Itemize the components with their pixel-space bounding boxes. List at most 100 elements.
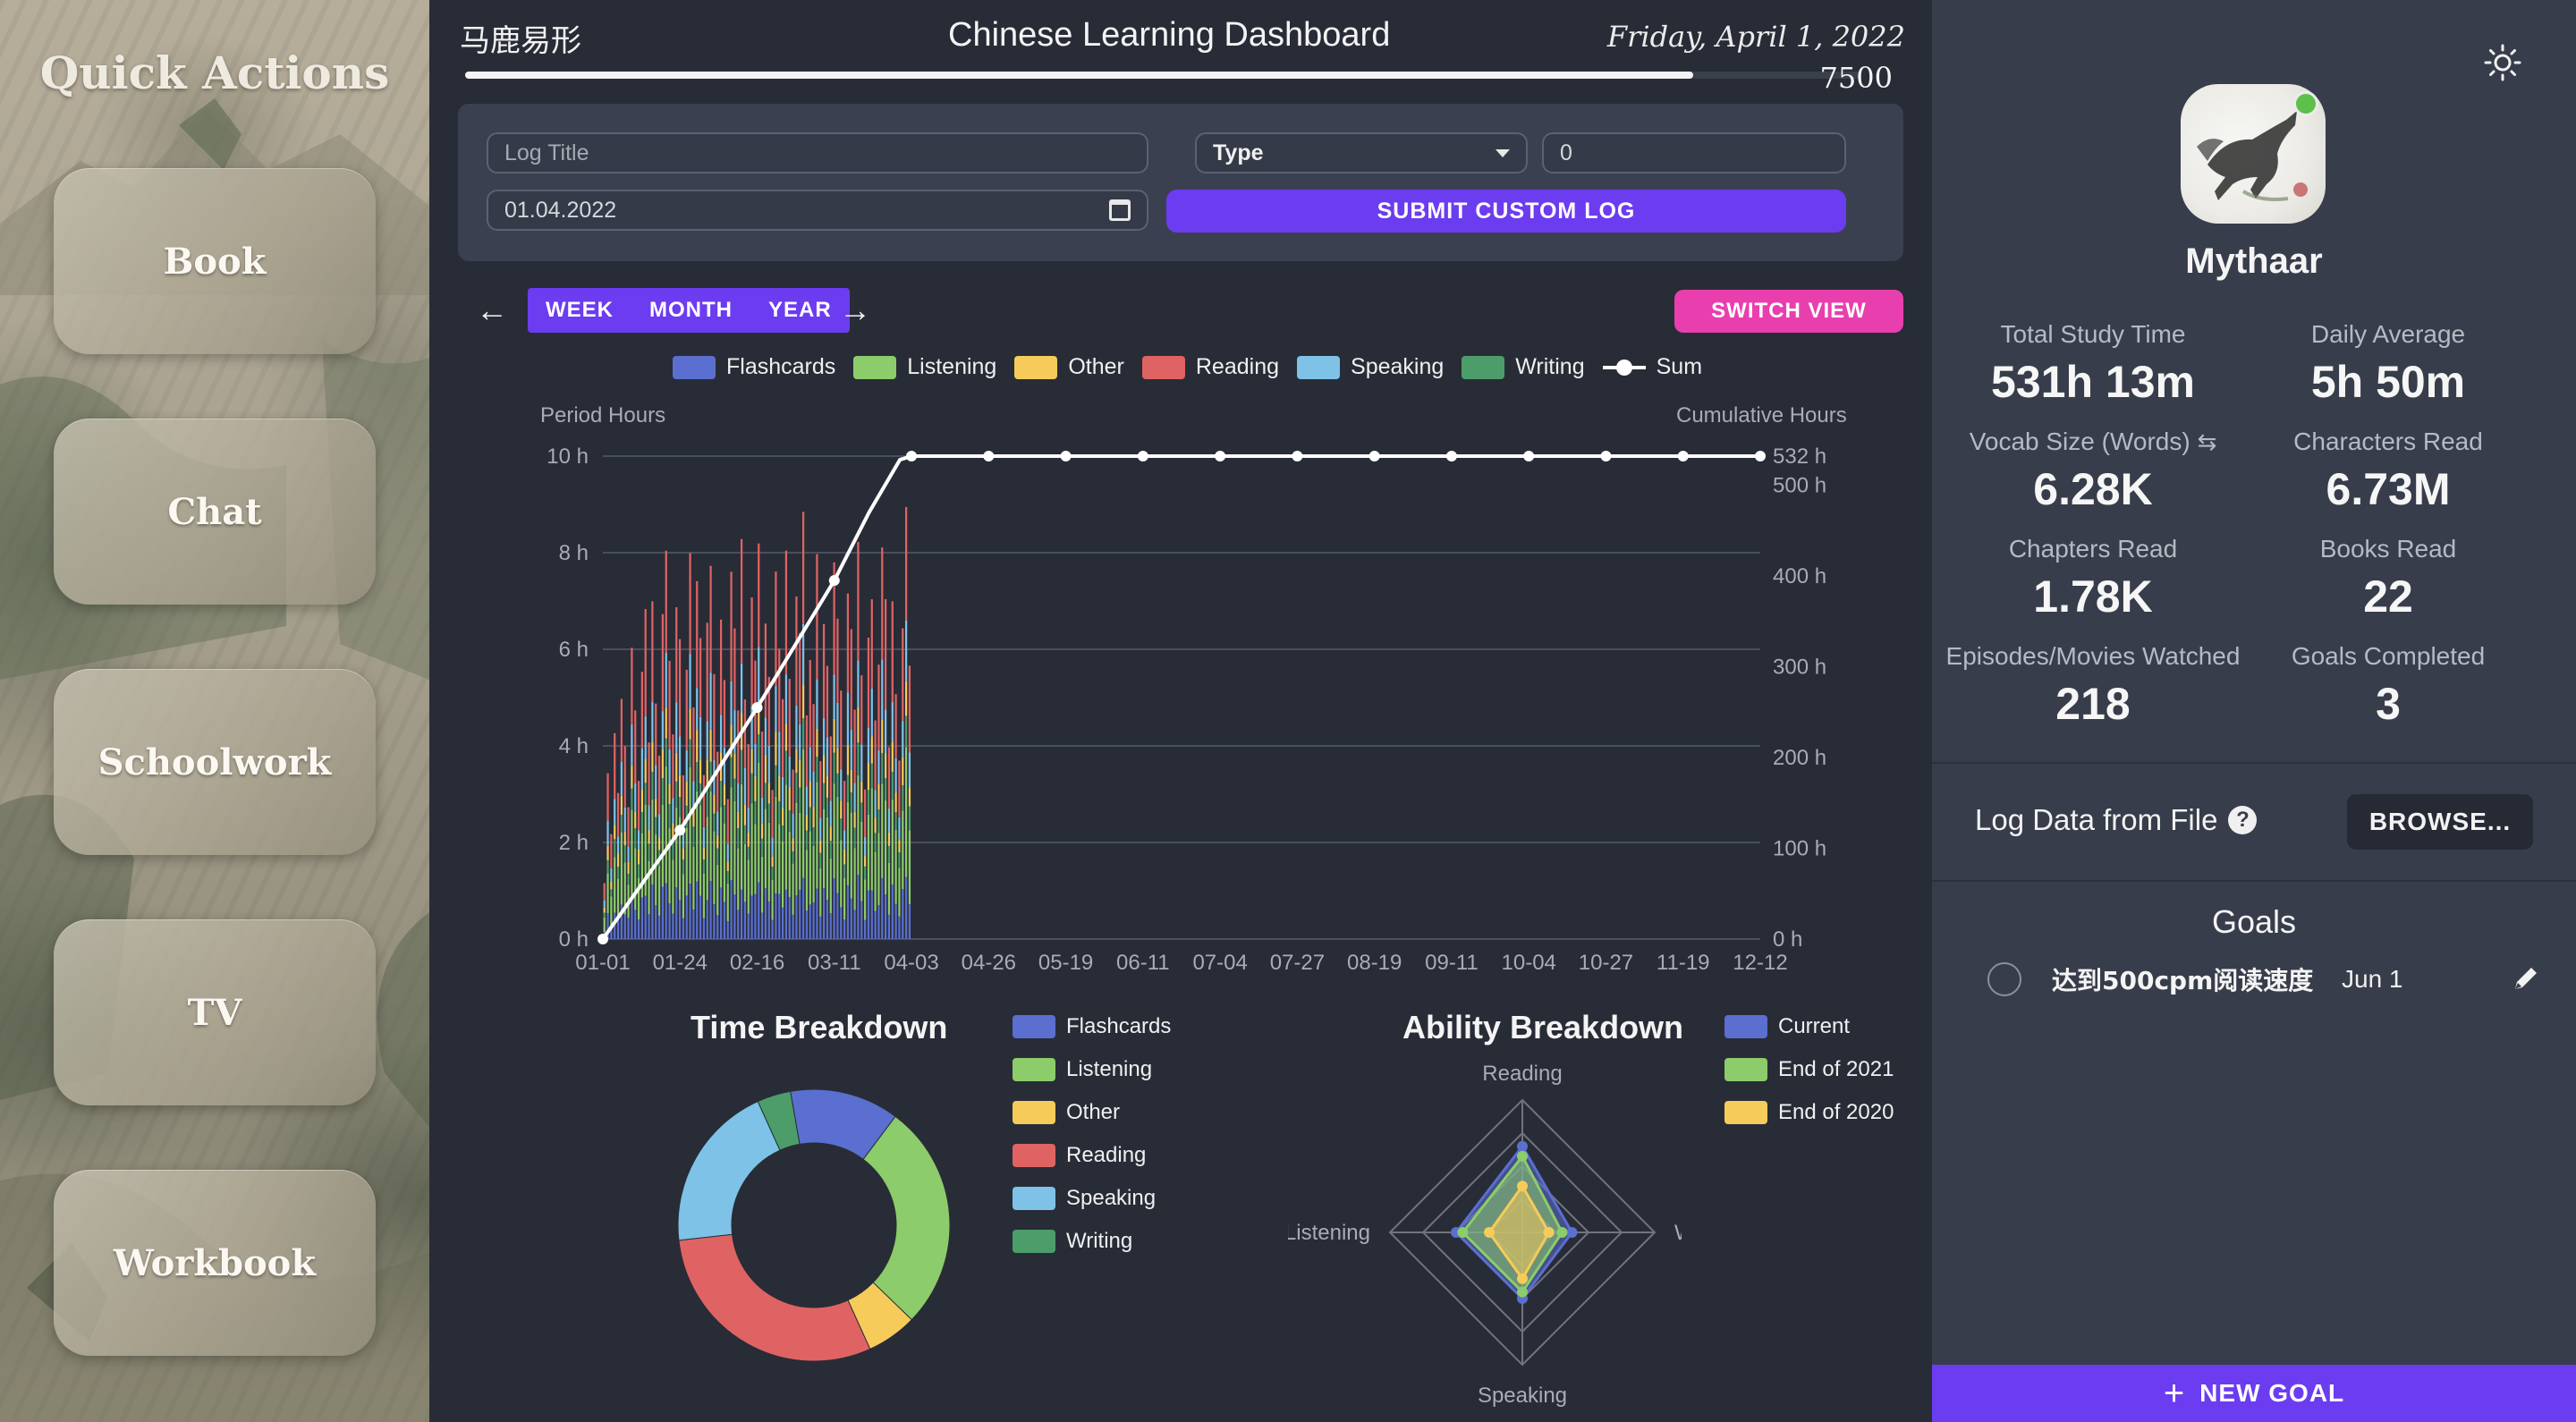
bar-segment-writing <box>771 867 774 880</box>
radar-legend-item[interactable]: Current <box>1724 1005 1894 1048</box>
x-tick-label: 04-26 <box>962 951 1016 975</box>
bar-segment-reading <box>902 628 904 722</box>
donut-legend-item[interactable]: Writing <box>1013 1220 1171 1263</box>
goal-complete-checkbox[interactable] <box>1987 962 2021 996</box>
help-icon[interactable]: ? <box>2228 806 2258 834</box>
bar-segment-speaking <box>784 674 788 724</box>
legend-item-reading[interactable]: Reading <box>1141 354 1279 380</box>
calendar-icon[interactable] <box>1109 199 1131 221</box>
legend-item-speaking[interactable]: Speaking <box>1297 354 1444 380</box>
arrow-left-icon[interactable]: ← <box>476 292 508 329</box>
bar-segment-reading <box>623 746 626 808</box>
log-date-field[interactable]: 01.04.2022 <box>487 190 1148 231</box>
stacked-bar <box>627 807 630 939</box>
bar-segment-reading <box>606 773 609 821</box>
ability-breakdown-legend: Current End of 2021 End of 2020 <box>1724 1005 1894 1134</box>
bar-segment-writing <box>634 827 637 849</box>
radar-point <box>1457 1227 1469 1238</box>
stat-value: 1.78K <box>2033 571 2153 622</box>
pencil-edit-icon[interactable] <box>2510 962 2542 995</box>
legend-swatch <box>673 355 716 379</box>
bar-segment-other <box>826 775 829 798</box>
donut-legend-item[interactable]: Speaking <box>1013 1177 1171 1220</box>
stacked-bar <box>840 690 843 939</box>
bar-segment-other <box>816 728 818 758</box>
period-year-button[interactable]: YEAR <box>750 288 850 333</box>
submit-custom-log-button[interactable]: SUBMIT CUSTOM LOG <box>1166 190 1846 233</box>
bar-segment-reading <box>857 541 860 661</box>
log-type-select[interactable]: Type <box>1195 132 1528 174</box>
bar-segment-flashcards <box>904 876 908 939</box>
legend-item-writing[interactable]: Writing <box>1462 354 1585 380</box>
bar-segment-listening <box>792 863 794 915</box>
quick-action-chat-button[interactable]: Chat <box>54 419 376 605</box>
stacked-bar <box>812 704 815 939</box>
log-title-field[interactable] <box>487 132 1148 174</box>
bar-segment-flashcards <box>870 890 873 939</box>
cumulative-point <box>1060 451 1072 461</box>
bar-segment-writing <box>816 757 818 783</box>
period-month-button[interactable]: MONTH <box>631 288 750 333</box>
quick-action-schoolwork-button[interactable]: Schoolwork <box>54 669 376 855</box>
bar-segment-listening <box>826 817 829 901</box>
bar-segment-listening <box>771 879 774 920</box>
switch-view-button[interactable]: SWITCH VIEW <box>1674 290 1903 333</box>
bar-segment-flashcards <box>887 914 891 939</box>
bar-segment-listening <box>819 868 822 917</box>
quick-action-book-button[interactable]: Book <box>54 168 376 354</box>
stat-label: Daily Average <box>2310 320 2466 348</box>
bar-segment-listening <box>775 796 777 894</box>
right-tick-label: 500 h <box>1773 473 1826 497</box>
stacked-bar <box>709 565 712 939</box>
stat-vocab-size: Vocab Size (Words) ⇆ 6.28K <box>1932 427 2254 515</box>
browse-file-button[interactable]: BROWSE... <box>2347 794 2533 850</box>
quick-action-label: Book <box>163 240 267 283</box>
legend-label: Flashcards <box>726 354 836 379</box>
radar-axis-label: Speaking <box>1478 1384 1567 1408</box>
quick-action-workbook-button[interactable]: Workbook <box>54 1170 376 1356</box>
radar-legend-item[interactable]: End of 2021 <box>1724 1048 1894 1091</box>
goals-title: Goals <box>2211 903 2297 940</box>
radar-axis-label: Reading <box>1482 1062 1562 1086</box>
donut-legend-item[interactable]: Listening <box>1013 1048 1171 1091</box>
log-amount-field[interactable]: 0 <box>1542 132 1846 174</box>
donut-legend-item[interactable]: Reading <box>1013 1134 1171 1177</box>
bar-segment-flashcards <box>840 907 843 939</box>
cumulative-point <box>1600 451 1612 461</box>
bar-segment-writing <box>836 773 839 797</box>
bar-segment-reading <box>805 715 809 787</box>
legend-swatch <box>1013 1187 1055 1210</box>
bar-segment-flashcards <box>675 887 678 939</box>
legend-item-listening[interactable]: Listening <box>853 354 996 380</box>
bar-segment-flashcards <box>902 889 904 939</box>
right-tick-label: 100 h <box>1773 836 1826 860</box>
stacked-bar <box>843 781 846 939</box>
donut-legend-item[interactable]: Other <box>1013 1091 1171 1134</box>
bar-segment-other <box>771 856 774 868</box>
radar-legend-item[interactable]: End of 2020 <box>1724 1091 1894 1134</box>
bar-segment-speaking <box>826 737 829 776</box>
bar-segment-flashcards <box>754 893 757 939</box>
swap-icon[interactable]: ⇆ <box>2197 428 2216 455</box>
bar-segment-reading <box>775 571 777 687</box>
arrow-right-icon[interactable]: → <box>839 292 871 329</box>
stacked-bar <box>657 755 661 939</box>
legend-item-flashcards[interactable]: Flashcards <box>673 354 835 380</box>
log-title-input[interactable] <box>504 140 1131 166</box>
legend-item-sum[interactable]: Sum <box>1602 354 1702 380</box>
legend-dot <box>1615 359 1632 376</box>
donut-slice-reading <box>678 1233 871 1362</box>
bar-segment-other <box>616 853 620 868</box>
quick-action-tv-button[interactable]: TV <box>54 919 376 1105</box>
bar-segment-writing <box>805 830 809 851</box>
stacked-bar <box>795 596 798 939</box>
bar-segment-other <box>689 708 691 740</box>
bar-segment-listening <box>640 833 644 898</box>
new-goal-button[interactable]: + NEW GOAL <box>1932 1365 2576 1422</box>
sun-icon[interactable] <box>2483 43 2522 82</box>
period-week-button[interactable]: WEEK <box>528 288 631 333</box>
log-type-label: Type <box>1213 140 1264 165</box>
stat-label: Vocab Size (Words) <box>1969 427 2190 455</box>
donut-legend-item[interactable]: Flashcards <box>1013 1005 1171 1048</box>
legend-item-other[interactable]: Other <box>1014 354 1124 380</box>
